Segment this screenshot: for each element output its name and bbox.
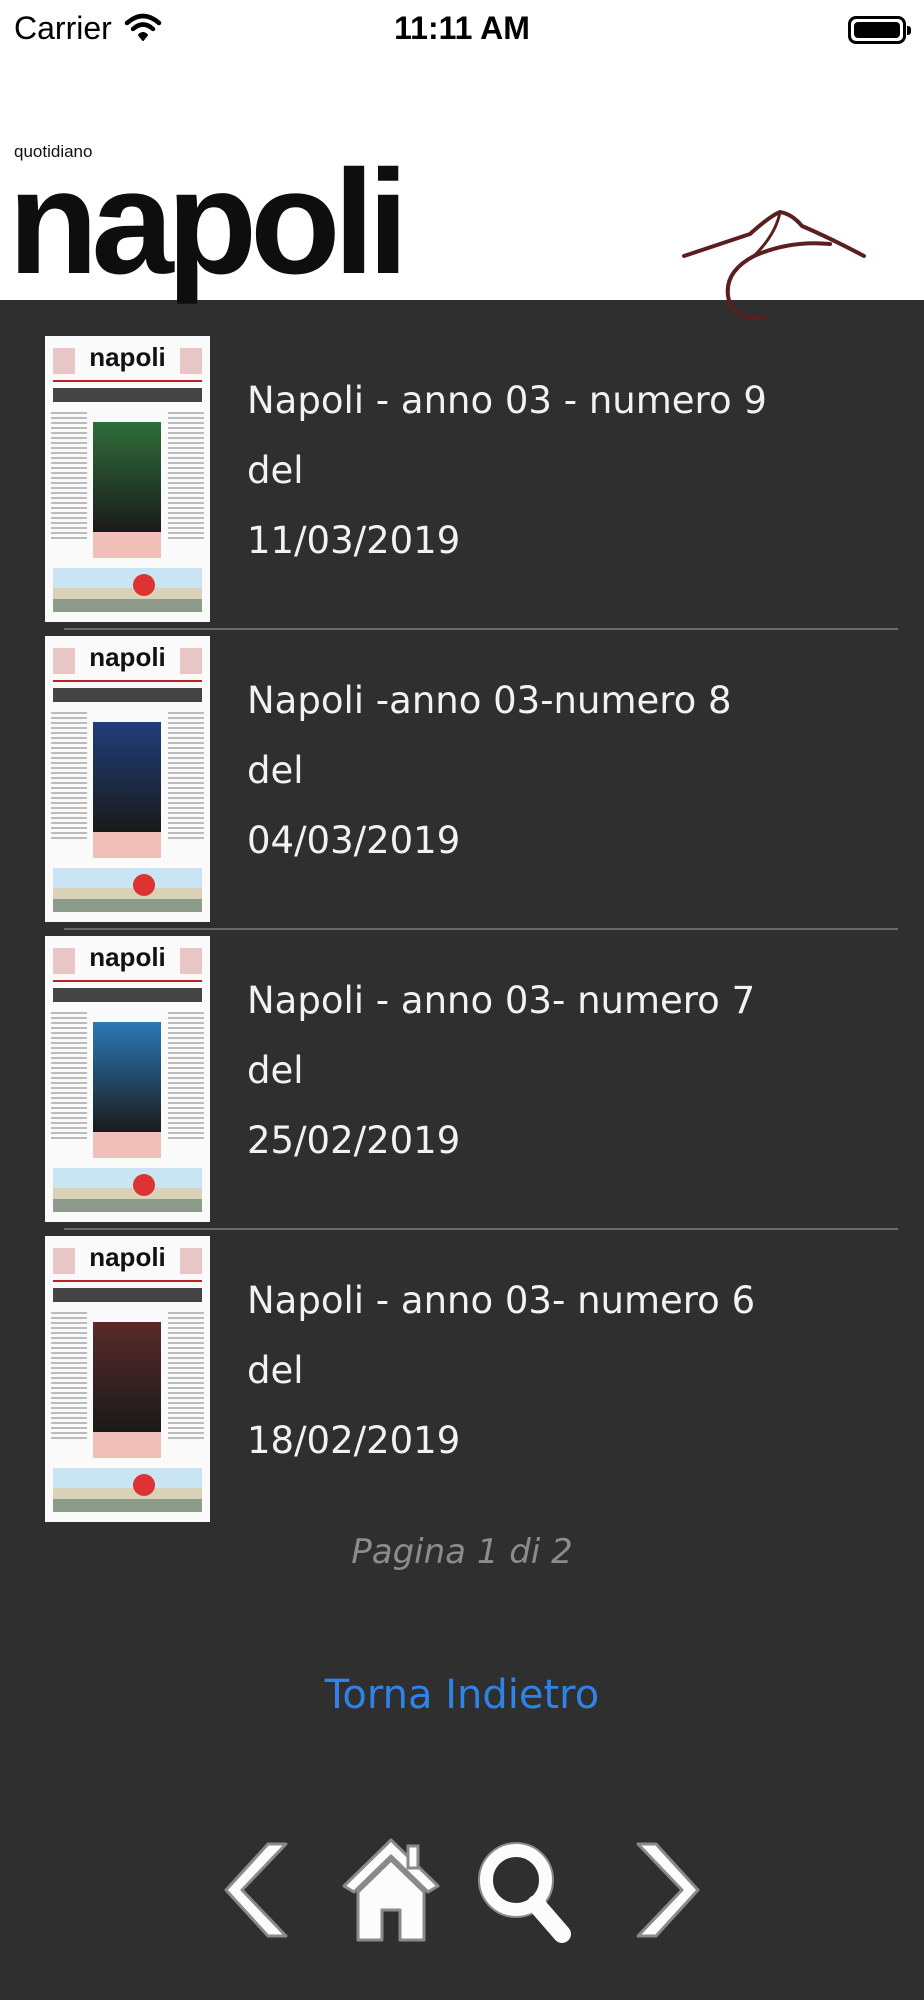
cover-rule (53, 980, 202, 982)
home-icon (342, 1838, 440, 1942)
list-item[interactable]: napoli Napoli - anno 03- numero 6 del 18… (0, 1200, 924, 1522)
cover-box (93, 832, 161, 858)
list-item[interactable]: napoli Napoli -anno 03-numero 8 del 04/0… (0, 600, 924, 922)
list-item[interactable]: napoli Napoli - anno 03 - numero 9 del 1… (0, 300, 924, 622)
cover-headline (53, 388, 202, 402)
cover-text-column (51, 1312, 87, 1442)
clock: 11:11 AM (394, 10, 530, 46)
cover-masthead: napoli (89, 342, 166, 372)
pagination-label: Pagina 1 di 2 (351, 1532, 573, 1572)
cover-text-column (168, 1012, 204, 1142)
issue-del: del (247, 1049, 304, 1092)
issue-title: Napoli -anno 03-numero 8 (247, 679, 732, 722)
cover-thumbnail[interactable]: napoli (45, 936, 210, 1222)
issue-del: del (247, 449, 304, 492)
issue-del: del (247, 749, 304, 792)
issue-title: Napoli - anno 03 - numero 9 (247, 379, 767, 422)
cover-rule (53, 1280, 202, 1282)
cover-text-column (168, 1312, 204, 1442)
cover-box (93, 1132, 161, 1158)
cover-text-column (51, 712, 87, 842)
bottom-toolbar (0, 1830, 924, 1950)
cover-box (93, 532, 161, 558)
battery-icon (848, 16, 911, 44)
issue-info: Napoli - anno 03- numero 7 del 25/02/201… (247, 966, 867, 1176)
issue-info: Napoli -anno 03-numero 8 del 04/03/2019 (247, 666, 867, 876)
cover-text-column (51, 412, 87, 542)
chevron-left-icon (224, 1842, 288, 1938)
cover-headline (53, 1288, 202, 1302)
cover-ad-badge (133, 874, 155, 896)
cover-rule (53, 380, 202, 382)
cover-box (93, 1432, 161, 1458)
cover-masthead: napoli (89, 1242, 166, 1272)
chevron-right-icon (636, 1842, 700, 1938)
back-button[interactable]: Torna Indietro (0, 1672, 924, 1718)
cover-photo (93, 422, 161, 532)
cover-thumbnail[interactable]: napoli (45, 636, 210, 922)
cover-headline (53, 688, 202, 702)
cover-ad (53, 1468, 202, 1512)
cover-photo (93, 1022, 161, 1132)
cover-headline (53, 988, 202, 1002)
next-button[interactable] (606, 1830, 716, 1950)
issue-title: Napoli - anno 03- numero 7 (247, 979, 756, 1022)
cover-ad-badge (133, 1474, 155, 1496)
search-icon (478, 1842, 571, 1943)
app-header: quotidiano napoli (0, 60, 924, 321)
cover-photo (93, 722, 161, 832)
search-button[interactable] (470, 1830, 580, 1950)
cover-ad-badge (133, 574, 155, 596)
list-item[interactable]: napoli Napoli - anno 03- numero 7 del 25… (0, 900, 924, 1222)
issue-date: 18/02/2019 (247, 1419, 461, 1462)
home-button[interactable] (336, 1830, 446, 1950)
issue-title: Napoli - anno 03- numero 6 (247, 1279, 756, 1322)
logo-title: napoli (8, 140, 409, 305)
issue-info: Napoli - anno 03 - numero 9 del 11/03/20… (247, 366, 867, 576)
cover-ad-badge (133, 1174, 155, 1196)
cover-rule (53, 680, 202, 682)
issue-date: 04/03/2019 (247, 819, 461, 862)
status-bar: Carrier 11:11 AM (0, 0, 924, 60)
cover-thumbnail[interactable]: napoli (45, 1236, 210, 1522)
cover-thumbnail[interactable]: napoli (45, 336, 210, 622)
issue-date: 25/02/2019 (247, 1119, 461, 1162)
cover-text-column (168, 412, 204, 542)
cover-text-column (51, 1012, 87, 1142)
cover-masthead: napoli (89, 942, 166, 972)
issue-info: Napoli - anno 03- numero 6 del 18/02/201… (247, 1266, 867, 1476)
cover-masthead: napoli (89, 642, 166, 672)
cover-text-column (168, 712, 204, 842)
issue-date: 11/03/2019 (247, 519, 461, 562)
previous-button[interactable] (208, 1830, 318, 1950)
cover-photo (93, 1322, 161, 1432)
issue-del: del (247, 1349, 304, 1392)
